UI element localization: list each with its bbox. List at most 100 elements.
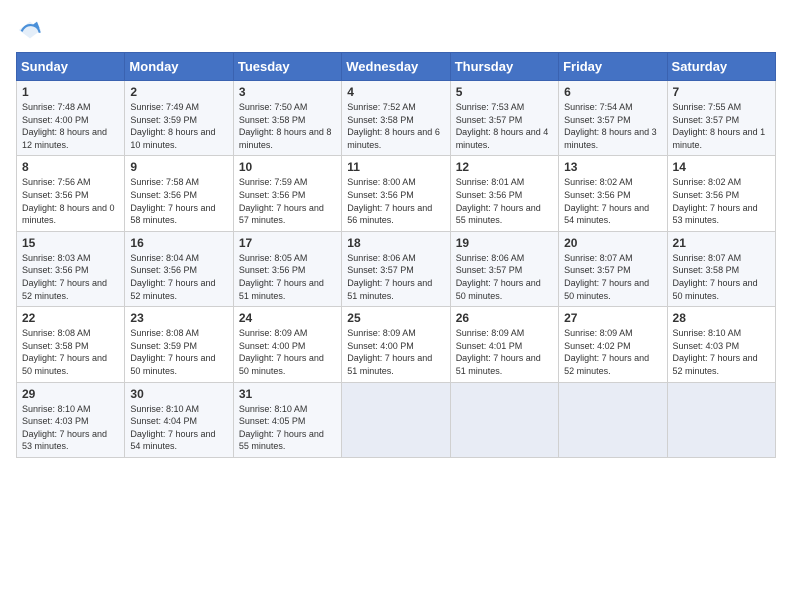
day-number: 19 <box>456 236 553 250</box>
day-number: 15 <box>22 236 119 250</box>
calendar-cell: 12 Sunrise: 8:01 AM Sunset: 3:56 PM Dayl… <box>450 156 558 231</box>
day-number: 16 <box>130 236 227 250</box>
calendar-cell: 24 Sunrise: 8:09 AM Sunset: 4:00 PM Dayl… <box>233 307 341 382</box>
day-info: Sunrise: 8:10 AM Sunset: 4:04 PM Dayligh… <box>130 403 227 453</box>
day-number: 17 <box>239 236 336 250</box>
day-info: Sunrise: 7:48 AM Sunset: 4:00 PM Dayligh… <box>22 101 119 151</box>
day-number: 12 <box>456 160 553 174</box>
logo <box>16 16 48 44</box>
calendar-cell: 8 Sunrise: 7:56 AM Sunset: 3:56 PM Dayli… <box>17 156 125 231</box>
calendar-cell: 16 Sunrise: 8:04 AM Sunset: 3:56 PM Dayl… <box>125 231 233 306</box>
calendar-cell: 2 Sunrise: 7:49 AM Sunset: 3:59 PM Dayli… <box>125 81 233 156</box>
day-info: Sunrise: 7:54 AM Sunset: 3:57 PM Dayligh… <box>564 101 661 151</box>
calendar-cell: 13 Sunrise: 8:02 AM Sunset: 3:56 PM Dayl… <box>559 156 667 231</box>
day-info: Sunrise: 7:55 AM Sunset: 3:57 PM Dayligh… <box>673 101 770 151</box>
calendar-header-sunday: Sunday <box>17 53 125 81</box>
day-number: 31 <box>239 387 336 401</box>
calendar-cell: 22 Sunrise: 8:08 AM Sunset: 3:58 PM Dayl… <box>17 307 125 382</box>
calendar-cell: 18 Sunrise: 8:06 AM Sunset: 3:57 PM Dayl… <box>342 231 450 306</box>
calendar-cell: 30 Sunrise: 8:10 AM Sunset: 4:04 PM Dayl… <box>125 382 233 457</box>
day-number: 3 <box>239 85 336 99</box>
day-info: Sunrise: 8:09 AM Sunset: 4:02 PM Dayligh… <box>564 327 661 377</box>
day-info: Sunrise: 8:09 AM Sunset: 4:00 PM Dayligh… <box>239 327 336 377</box>
day-info: Sunrise: 8:10 AM Sunset: 4:03 PM Dayligh… <box>22 403 119 453</box>
calendar-header-tuesday: Tuesday <box>233 53 341 81</box>
day-info: Sunrise: 8:07 AM Sunset: 3:58 PM Dayligh… <box>673 252 770 302</box>
day-info: Sunrise: 8:06 AM Sunset: 3:57 PM Dayligh… <box>347 252 444 302</box>
calendar-cell: 19 Sunrise: 8:06 AM Sunset: 3:57 PM Dayl… <box>450 231 558 306</box>
calendar-cell: 4 Sunrise: 7:52 AM Sunset: 3:58 PM Dayli… <box>342 81 450 156</box>
day-info: Sunrise: 8:10 AM Sunset: 4:05 PM Dayligh… <box>239 403 336 453</box>
day-number: 28 <box>673 311 770 325</box>
day-info: Sunrise: 8:06 AM Sunset: 3:57 PM Dayligh… <box>456 252 553 302</box>
calendar-cell: 29 Sunrise: 8:10 AM Sunset: 4:03 PM Dayl… <box>17 382 125 457</box>
calendar-cell: 31 Sunrise: 8:10 AM Sunset: 4:05 PM Dayl… <box>233 382 341 457</box>
day-info: Sunrise: 7:49 AM Sunset: 3:59 PM Dayligh… <box>130 101 227 151</box>
calendar-cell: 28 Sunrise: 8:10 AM Sunset: 4:03 PM Dayl… <box>667 307 775 382</box>
calendar-cell: 26 Sunrise: 8:09 AM Sunset: 4:01 PM Dayl… <box>450 307 558 382</box>
day-info: Sunrise: 7:58 AM Sunset: 3:56 PM Dayligh… <box>130 176 227 226</box>
day-number: 22 <box>22 311 119 325</box>
calendar-cell: 23 Sunrise: 8:08 AM Sunset: 3:59 PM Dayl… <box>125 307 233 382</box>
calendar-cell: 14 Sunrise: 8:02 AM Sunset: 3:56 PM Dayl… <box>667 156 775 231</box>
calendar-cell: 15 Sunrise: 8:03 AM Sunset: 3:56 PM Dayl… <box>17 231 125 306</box>
calendar-header-monday: Monday <box>125 53 233 81</box>
calendar-header-friday: Friday <box>559 53 667 81</box>
day-number: 23 <box>130 311 227 325</box>
day-number: 6 <box>564 85 661 99</box>
calendar-cell: 9 Sunrise: 7:58 AM Sunset: 3:56 PM Dayli… <box>125 156 233 231</box>
day-number: 20 <box>564 236 661 250</box>
day-number: 4 <box>347 85 444 99</box>
day-number: 30 <box>130 387 227 401</box>
day-number: 5 <box>456 85 553 99</box>
calendar-cell <box>342 382 450 457</box>
day-info: Sunrise: 7:59 AM Sunset: 3:56 PM Dayligh… <box>239 176 336 226</box>
day-info: Sunrise: 8:04 AM Sunset: 3:56 PM Dayligh… <box>130 252 227 302</box>
day-info: Sunrise: 8:08 AM Sunset: 3:58 PM Dayligh… <box>22 327 119 377</box>
calendar-cell <box>559 382 667 457</box>
day-info: Sunrise: 8:01 AM Sunset: 3:56 PM Dayligh… <box>456 176 553 226</box>
calendar-cell: 25 Sunrise: 8:09 AM Sunset: 4:00 PM Dayl… <box>342 307 450 382</box>
calendar-week-row: 22 Sunrise: 8:08 AM Sunset: 3:58 PM Dayl… <box>17 307 776 382</box>
day-number: 8 <box>22 160 119 174</box>
day-info: Sunrise: 7:56 AM Sunset: 3:56 PM Dayligh… <box>22 176 119 226</box>
calendar-cell: 10 Sunrise: 7:59 AM Sunset: 3:56 PM Dayl… <box>233 156 341 231</box>
calendar-header-wednesday: Wednesday <box>342 53 450 81</box>
day-number: 11 <box>347 160 444 174</box>
calendar-cell: 20 Sunrise: 8:07 AM Sunset: 3:57 PM Dayl… <box>559 231 667 306</box>
day-info: Sunrise: 7:50 AM Sunset: 3:58 PM Dayligh… <box>239 101 336 151</box>
day-number: 13 <box>564 160 661 174</box>
day-info: Sunrise: 8:09 AM Sunset: 4:01 PM Dayligh… <box>456 327 553 377</box>
day-info: Sunrise: 7:53 AM Sunset: 3:57 PM Dayligh… <box>456 101 553 151</box>
day-number: 14 <box>673 160 770 174</box>
day-number: 29 <box>22 387 119 401</box>
day-info: Sunrise: 8:09 AM Sunset: 4:00 PM Dayligh… <box>347 327 444 377</box>
calendar-week-row: 8 Sunrise: 7:56 AM Sunset: 3:56 PM Dayli… <box>17 156 776 231</box>
calendar-header-thursday: Thursday <box>450 53 558 81</box>
calendar-cell: 11 Sunrise: 8:00 AM Sunset: 3:56 PM Dayl… <box>342 156 450 231</box>
calendar-cell: 6 Sunrise: 7:54 AM Sunset: 3:57 PM Dayli… <box>559 81 667 156</box>
calendar-cell <box>667 382 775 457</box>
day-number: 7 <box>673 85 770 99</box>
day-info: Sunrise: 8:02 AM Sunset: 3:56 PM Dayligh… <box>673 176 770 226</box>
calendar-week-row: 1 Sunrise: 7:48 AM Sunset: 4:00 PM Dayli… <box>17 81 776 156</box>
calendar-table: SundayMondayTuesdayWednesdayThursdayFrid… <box>16 52 776 458</box>
day-number: 10 <box>239 160 336 174</box>
day-number: 2 <box>130 85 227 99</box>
calendar-cell: 1 Sunrise: 7:48 AM Sunset: 4:00 PM Dayli… <box>17 81 125 156</box>
calendar-cell: 3 Sunrise: 7:50 AM Sunset: 3:58 PM Dayli… <box>233 81 341 156</box>
day-number: 26 <box>456 311 553 325</box>
day-info: Sunrise: 8:07 AM Sunset: 3:57 PM Dayligh… <box>564 252 661 302</box>
calendar-week-row: 29 Sunrise: 8:10 AM Sunset: 4:03 PM Dayl… <box>17 382 776 457</box>
calendar-cell: 17 Sunrise: 8:05 AM Sunset: 3:56 PM Dayl… <box>233 231 341 306</box>
day-info: Sunrise: 8:03 AM Sunset: 3:56 PM Dayligh… <box>22 252 119 302</box>
calendar-week-row: 15 Sunrise: 8:03 AM Sunset: 3:56 PM Dayl… <box>17 231 776 306</box>
day-info: Sunrise: 7:52 AM Sunset: 3:58 PM Dayligh… <box>347 101 444 151</box>
day-info: Sunrise: 8:10 AM Sunset: 4:03 PM Dayligh… <box>673 327 770 377</box>
day-info: Sunrise: 8:02 AM Sunset: 3:56 PM Dayligh… <box>564 176 661 226</box>
day-info: Sunrise: 8:05 AM Sunset: 3:56 PM Dayligh… <box>239 252 336 302</box>
day-info: Sunrise: 8:08 AM Sunset: 3:59 PM Dayligh… <box>130 327 227 377</box>
calendar-cell: 21 Sunrise: 8:07 AM Sunset: 3:58 PM Dayl… <box>667 231 775 306</box>
day-info: Sunrise: 8:00 AM Sunset: 3:56 PM Dayligh… <box>347 176 444 226</box>
calendar-cell: 5 Sunrise: 7:53 AM Sunset: 3:57 PM Dayli… <box>450 81 558 156</box>
